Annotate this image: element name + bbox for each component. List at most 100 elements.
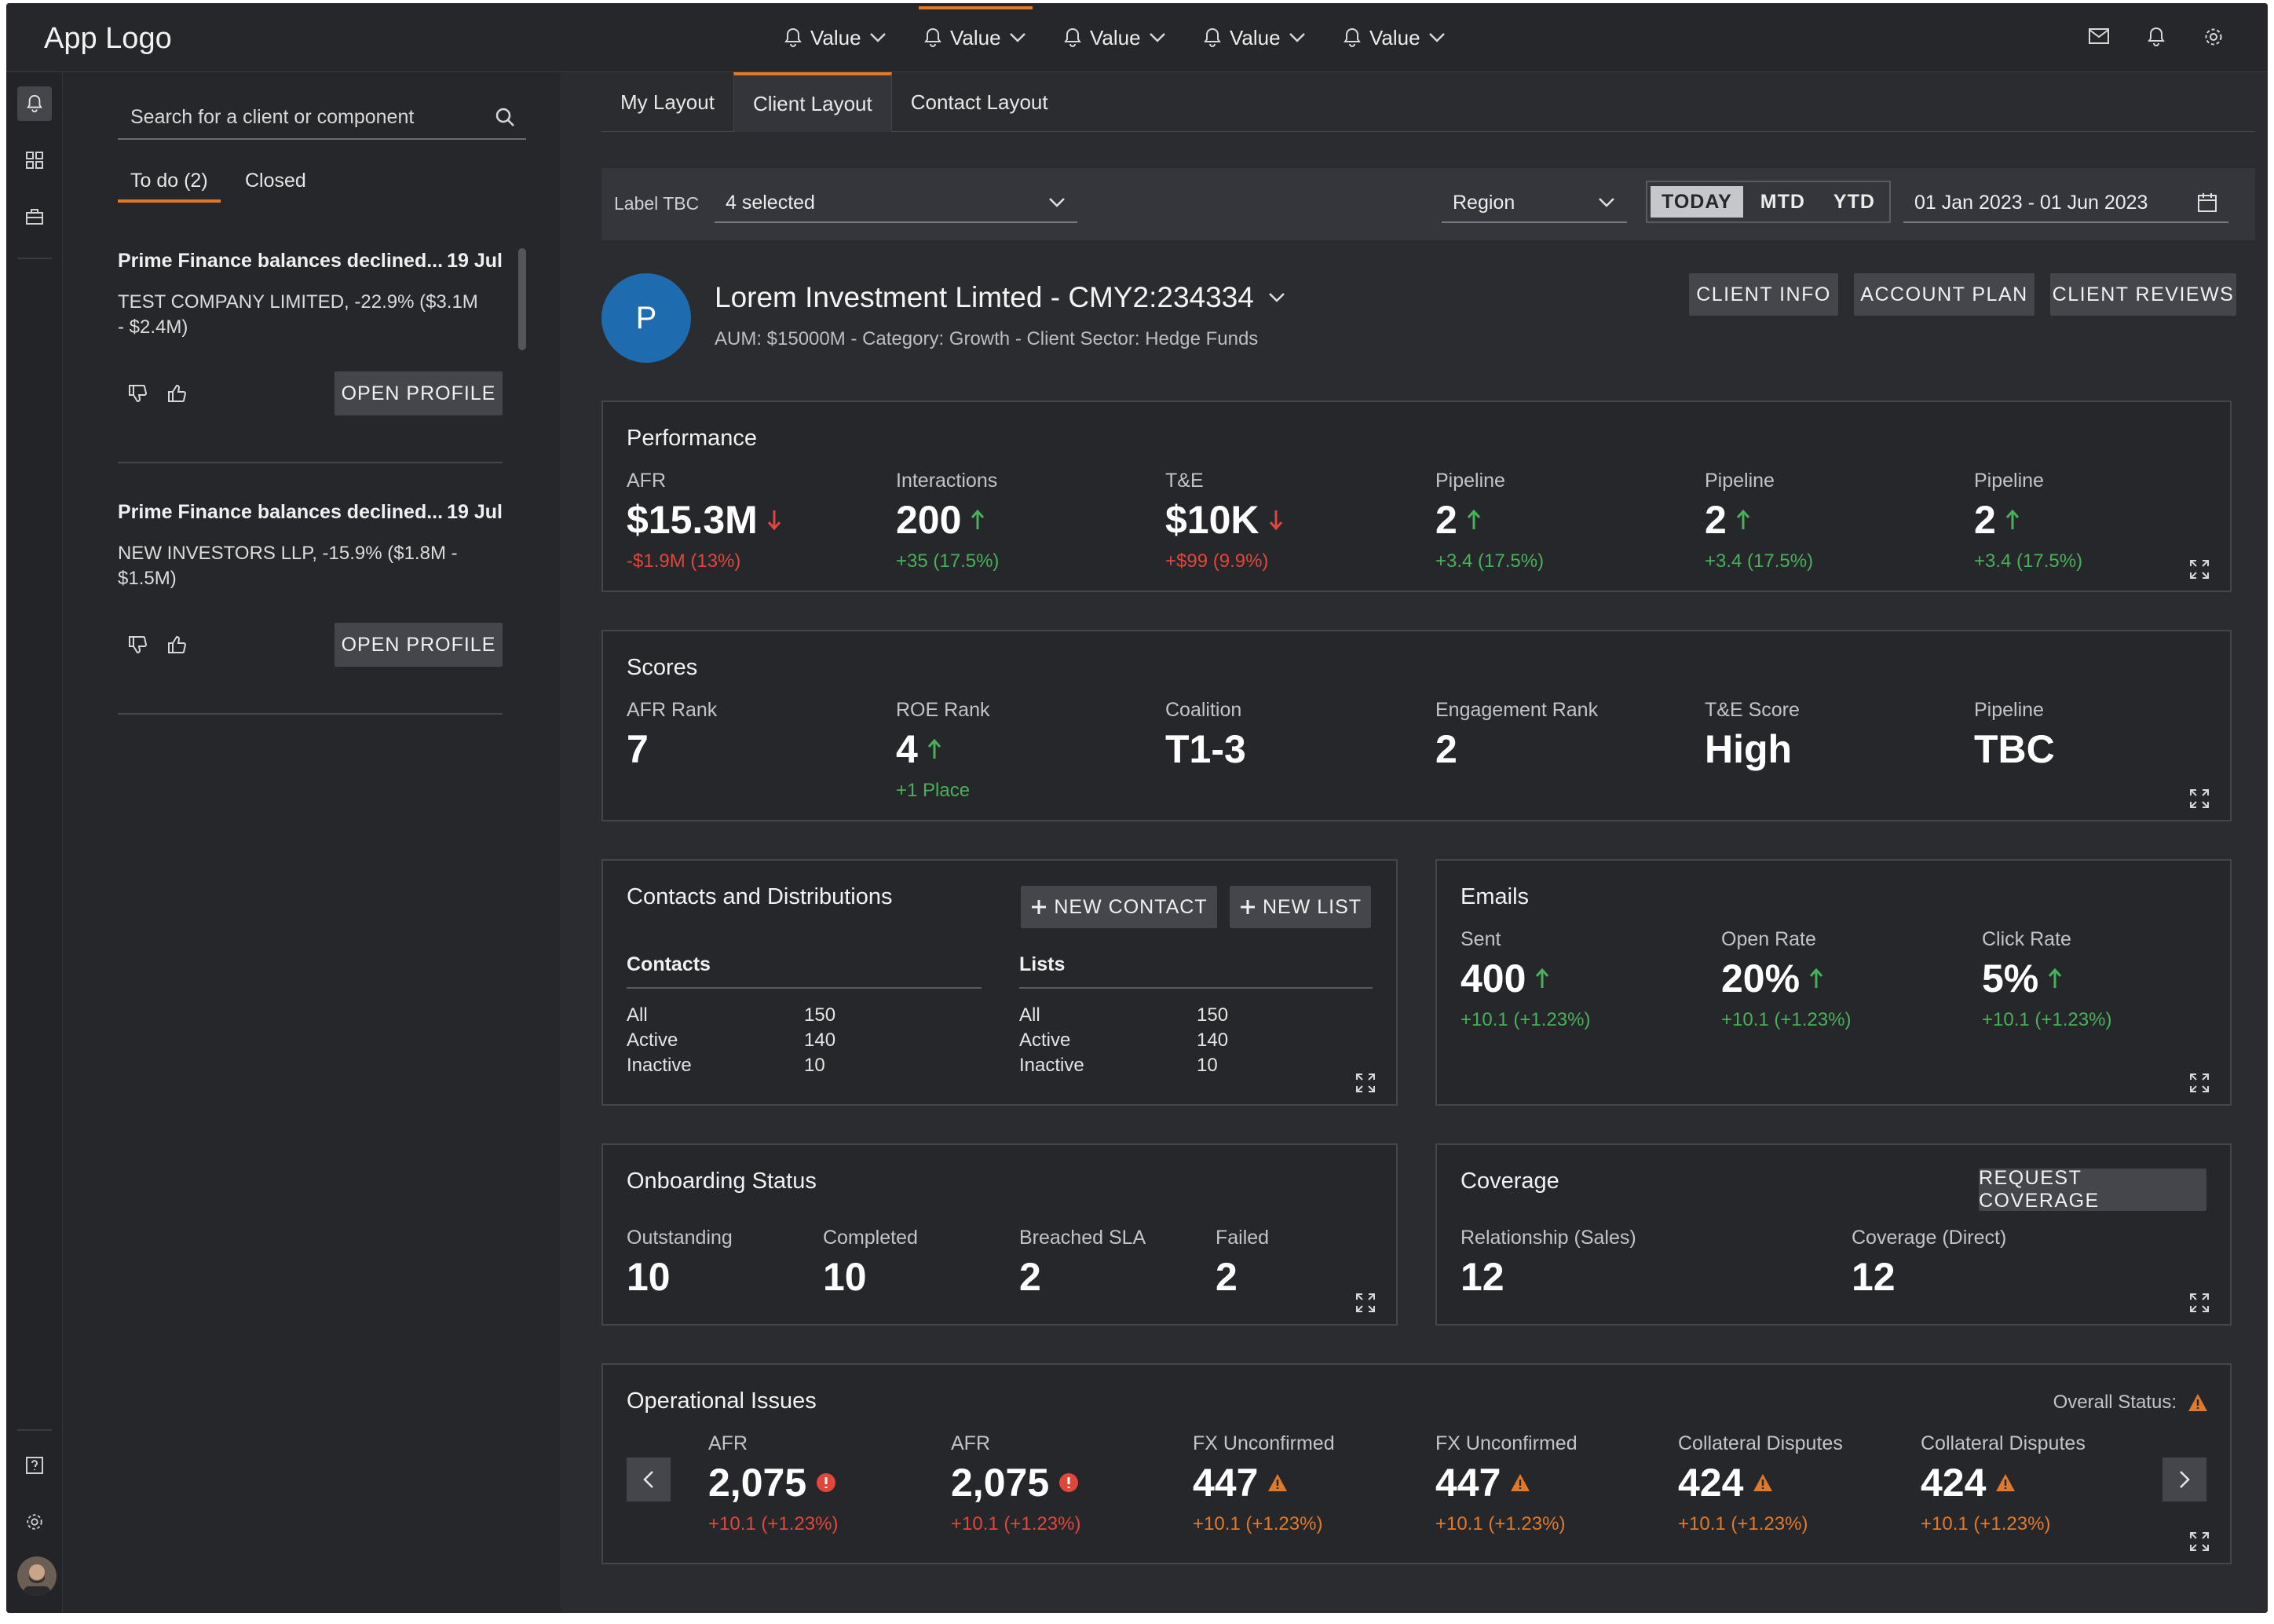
notifications-bell-icon[interactable] — [2147, 27, 2166, 47]
arrow-up-icon — [2049, 967, 2062, 988]
layout-tabs: My Layout Client Layout Contact Layout — [601, 72, 2255, 132]
table-row: Inactive 10 — [627, 1055, 825, 1076]
tab-my-layout[interactable]: My Layout — [601, 72, 733, 132]
open-profile-button[interactable]: OPEN PROFILE — [335, 623, 503, 667]
arrow-up-icon — [1536, 967, 1549, 988]
rail-help-button[interactable] — [17, 1448, 52, 1483]
region-dropdown[interactable]: Region — [1442, 184, 1627, 223]
metric-value: T1-3 — [1165, 727, 1246, 771]
tab-closed[interactable]: Closed — [232, 170, 319, 203]
expand-icon[interactable] — [2189, 788, 2210, 809]
table-row: Active 140 — [627, 1030, 836, 1051]
expand-icon[interactable] — [2189, 1531, 2210, 1552]
top-value-dropdown-4[interactable]: Value — [1203, 3, 1306, 72]
expand-icon[interactable] — [2189, 1293, 2210, 1313]
open-profile-button[interactable]: OPEN PROFILE — [335, 371, 503, 415]
metric-delta: +10.1 (+1.23%) — [1461, 1009, 1591, 1030]
rail-portfolio-button[interactable] — [17, 199, 52, 234]
expand-icon[interactable] — [1355, 1073, 1376, 1093]
selection-value: 4 selected — [726, 191, 815, 214]
metric-label: Click Rate — [1982, 928, 2071, 950]
alerts-scrollbar[interactable] — [518, 248, 526, 350]
tab-contact-layout[interactable]: Contact Layout — [892, 72, 1067, 132]
expand-icon[interactable] — [2189, 559, 2210, 580]
expand-icon[interactable] — [2189, 1073, 2210, 1093]
period-mtd-button[interactable]: MTD — [1749, 186, 1816, 218]
metric-label: Completed — [823, 1227, 918, 1249]
bell-icon — [924, 27, 941, 48]
metric-label: Collateral Disputes — [1921, 1432, 2086, 1454]
plus-icon — [1240, 900, 1255, 914]
metric-value: 447 — [1435, 1461, 1501, 1505]
metric-value: 2,075 — [951, 1461, 1050, 1505]
selection-dropdown[interactable]: 4 selected — [715, 184, 1077, 223]
new-contact-label: NEW CONTACT — [1054, 895, 1208, 918]
top-value-dropdown-5[interactable]: Value — [1343, 3, 1446, 72]
metric-value: 2 — [1435, 727, 1457, 771]
period-ytd-button[interactable]: YTD — [1822, 186, 1886, 218]
tab-todo[interactable]: To do (2) — [118, 170, 221, 203]
client-reviews-button[interactable]: CLIENT REVIEWS — [2050, 273, 2236, 316]
top-value-dropdown-2[interactable]: Value — [919, 3, 1033, 72]
thumbs-down-icon[interactable] — [127, 635, 148, 655]
expand-icon[interactable] — [1355, 1293, 1376, 1313]
onboarding-metric: Failed 2 — [1216, 1227, 1269, 1300]
alert-title[interactable]: Prime Finance balances declined... — [118, 501, 443, 524]
user-avatar[interactable] — [17, 1556, 57, 1596]
client-search-input[interactable]: Search for a client or component — [118, 96, 526, 140]
top-value-dropdown-1[interactable]: Value — [784, 3, 887, 72]
chevron-down-icon — [869, 33, 886, 42]
onboarding-metric: Breached SLA 2 — [1019, 1227, 1146, 1300]
mail-icon[interactable] — [2089, 28, 2109, 44]
search-icon[interactable] — [495, 107, 515, 127]
thumbs-up-icon[interactable] — [166, 635, 187, 655]
metric-label: Open Rate — [1721, 928, 1816, 950]
contacts-title: Contacts and Distributions — [627, 884, 893, 909]
client-info-button[interactable]: CLIENT INFO — [1689, 273, 1838, 316]
account-plan-button[interactable]: ACCOUNT PLAN — [1854, 273, 2035, 316]
performance-metric: Pipeline 2 +3.4 (17.5%) — [1974, 470, 2082, 572]
table-row: All 150 — [627, 1004, 836, 1026]
performance-metric: Interactions 200 +35 (17.5%) — [896, 470, 999, 572]
app-logo[interactable]: App Logo — [44, 22, 172, 56]
left-nav-rail — [6, 72, 63, 1613]
client-name: Lorem Investment Limted - CMY2:234334 — [715, 281, 1254, 313]
new-list-button[interactable]: NEW LIST — [1230, 886, 1371, 928]
scores-title: Scores — [627, 655, 698, 680]
new-contact-button[interactable]: NEW CONTACT — [1021, 886, 1217, 928]
metric-value: 10 — [627, 1255, 671, 1299]
next-arrow-button[interactable] — [2162, 1458, 2206, 1501]
thumbs-down-icon[interactable] — [127, 383, 148, 404]
bell-icon — [1344, 27, 1361, 48]
top-bar: App Logo Value Value Value Value Value — [6, 3, 2268, 72]
metric-value: 200 — [896, 498, 962, 542]
operational-metric: AFR 2,075 +10.1 (+1.23%) — [708, 1432, 838, 1535]
chevron-down-icon — [1009, 33, 1025, 42]
rail-alerts-button[interactable] — [17, 86, 52, 121]
prev-arrow-button[interactable] — [627, 1458, 671, 1501]
request-coverage-button[interactable]: REQUEST COVERAGE — [1979, 1167, 2206, 1212]
top-value-label: Value — [1090, 25, 1141, 49]
metric-label: ROE Rank — [896, 699, 990, 721]
emails-title: Emails — [1461, 884, 1530, 909]
table-row: All 150 — [1019, 1004, 1229, 1026]
rail-divider — [17, 258, 52, 259]
tab-client-layout[interactable]: Client Layout — [733, 72, 892, 132]
alert-title[interactable]: Prime Finance balances declined... — [118, 250, 443, 272]
bell-icon — [1204, 27, 1221, 48]
rail-settings-button[interactable] — [17, 1505, 52, 1539]
alert-item: Prime Finance balances declined... 19 Ju… — [118, 501, 503, 667]
client-name-dropdown[interactable]: Lorem Investment Limted - CMY2:234334 — [715, 281, 1285, 314]
thumbs-up-icon[interactable] — [166, 383, 187, 404]
warning-icon — [1511, 1474, 1530, 1491]
search-placeholder: Search for a client or component — [130, 105, 415, 128]
period-today-button[interactable]: TODAY — [1651, 186, 1743, 218]
metric-value: 400 — [1461, 956, 1526, 1000]
settings-gear-icon[interactable] — [2203, 27, 2224, 47]
top-value-dropdown-3[interactable]: Value — [1063, 3, 1166, 72]
metric-label: AFR — [627, 470, 666, 492]
calendar-icon[interactable] — [2197, 192, 2217, 213]
date-range-picker[interactable]: 01 Jan 2023 - 01 Jun 2023 — [1903, 184, 2228, 223]
chevron-right-icon — [2180, 1471, 2190, 1488]
rail-dashboard-button[interactable] — [17, 143, 52, 177]
